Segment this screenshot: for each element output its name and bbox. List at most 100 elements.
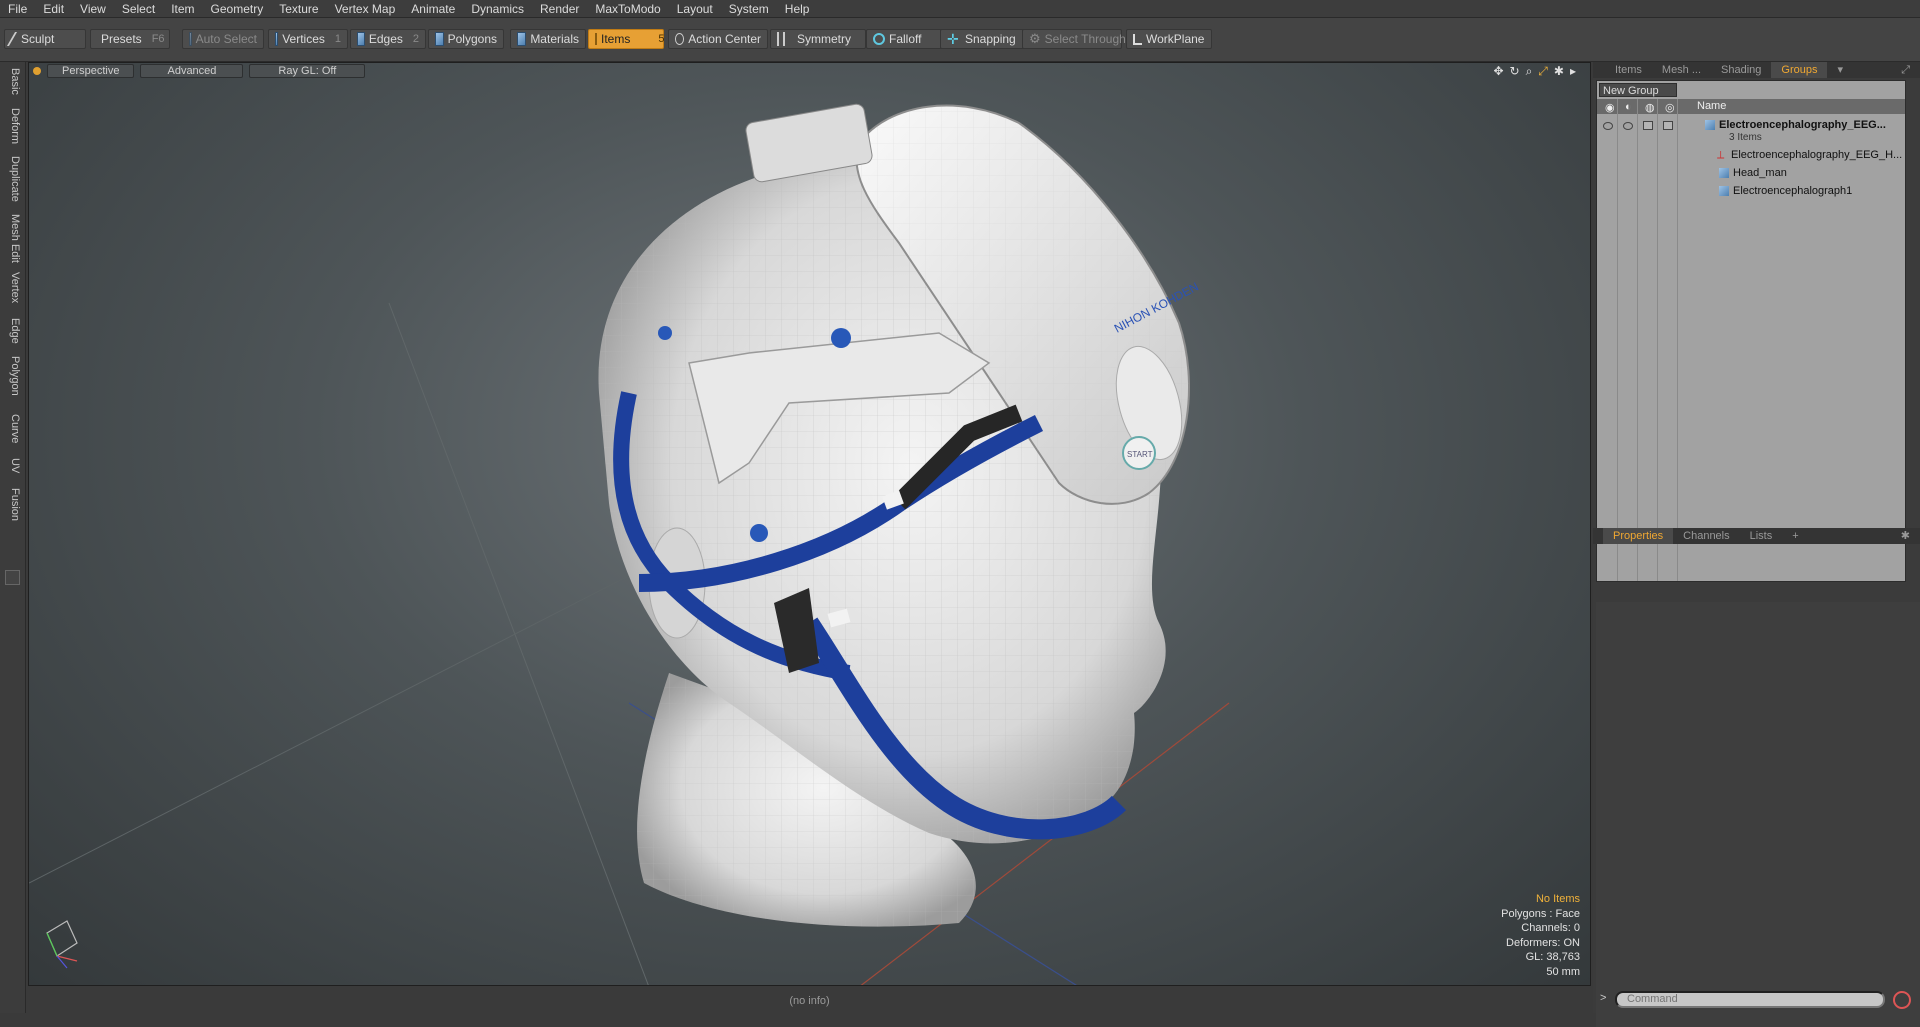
- falloff-icon: [873, 33, 885, 45]
- new-group-button[interactable]: New Group: [1599, 83, 1677, 97]
- tab-groups[interactable]: Groups: [1771, 62, 1828, 78]
- perspective-dropdown[interactable]: Perspective: [47, 64, 135, 78]
- command-input[interactable]: [1615, 991, 1885, 1008]
- edges-button[interactable]: Edges 2: [350, 29, 426, 49]
- chevron-right-icon[interactable]: ▸: [1570, 64, 1576, 79]
- gear-icon[interactable]: ✱: [1891, 528, 1920, 544]
- menu-render[interactable]: Render: [532, 0, 587, 18]
- tab-mesh[interactable]: Mesh ...: [1652, 62, 1711, 78]
- deformers-info: Deformers: ON: [1506, 936, 1580, 949]
- add-tab-button[interactable]: +: [1782, 528, 1808, 544]
- channels-info: Channels: 0: [1521, 922, 1580, 934]
- record-button[interactable]: [1893, 991, 1911, 1009]
- pan-icon[interactable]: ✥: [1493, 64, 1503, 79]
- menu-help[interactable]: Help: [777, 0, 818, 18]
- tab-fusion[interactable]: Fusion: [3, 484, 21, 525]
- group-child-name: Electroencephalography_EEG_H...: [1731, 149, 1903, 161]
- start-button-label: START: [1127, 450, 1153, 459]
- polygons-button[interactable]: Polygons: [428, 29, 504, 49]
- zoom-icon[interactable]: ⌕: [1526, 64, 1533, 79]
- snapping-button[interactable]: ✛ Snapping: [940, 29, 1024, 49]
- presets-button[interactable]: Presets F6: [90, 29, 170, 49]
- visibility-column-icon[interactable]: ◉: [1605, 101, 1615, 114]
- menu-maxtomodo[interactable]: MaxToModo: [587, 0, 668, 18]
- group-child-row[interactable]: Head_man: [1597, 165, 1905, 183]
- vertices-icon: [275, 32, 279, 46]
- auto-select-icon: [189, 32, 192, 46]
- tab-edge[interactable]: Edge: [3, 314, 21, 348]
- action-center-icon: [675, 33, 685, 45]
- render-column-icon[interactable]: ◐: [1625, 101, 1632, 113]
- symmetry-button[interactable]: Symmetry: [770, 29, 866, 49]
- action-center-button[interactable]: Action Center: [668, 29, 768, 49]
- maximize-icon[interactable]: ⤢: [1891, 62, 1920, 78]
- menu-texture[interactable]: Texture: [271, 0, 326, 18]
- symmetry-icon: [777, 32, 785, 46]
- menu-vertex-map[interactable]: Vertex Map: [327, 0, 404, 18]
- advanced-dropdown[interactable]: Advanced: [140, 64, 244, 78]
- rotate-icon[interactable]: ↻: [1510, 64, 1520, 79]
- tab-mesh-edit[interactable]: Mesh Edit: [3, 210, 21, 267]
- menu-view[interactable]: View: [72, 0, 114, 18]
- auto-select-button[interactable]: Auto Select: [182, 29, 264, 49]
- chevron-down-icon[interactable]: ▾: [1827, 62, 1853, 78]
- vertices-button[interactable]: Vertices 1: [268, 29, 348, 49]
- tab-properties[interactable]: Properties: [1603, 528, 1674, 544]
- tab-duplicate[interactable]: Duplicate: [3, 152, 21, 206]
- groups-panel: New Group ◉ ◐ ◍ ◎ Name Electroencephalog…: [1596, 80, 1906, 582]
- mesh-icon: [1719, 186, 1729, 196]
- 3d-viewport[interactable]: NIHON KOHDEN START Perspective Advanced …: [28, 62, 1591, 986]
- tab-deform[interactable]: Deform: [3, 104, 21, 148]
- tab-lists[interactable]: Lists: [1740, 528, 1783, 544]
- menu-file[interactable]: File: [0, 0, 35, 18]
- name-column-header[interactable]: Name: [1697, 100, 1726, 112]
- electrode-dot: [831, 328, 851, 348]
- tab-items[interactable]: Items: [1593, 62, 1652, 78]
- tab-channels[interactable]: Channels: [1673, 528, 1739, 544]
- group-child-row[interactable]: ⟂ Electroencephalography_EEG_H...: [1597, 147, 1905, 165]
- lock-checkbox[interactable]: [1643, 121, 1653, 130]
- group-child-row[interactable]: Electroencephalograph1: [1597, 183, 1905, 201]
- eye-icon[interactable]: [1603, 122, 1613, 130]
- tab-uv[interactable]: UV: [3, 454, 21, 477]
- workplane-button[interactable]: WorkPlane: [1126, 29, 1212, 49]
- tab-vertex[interactable]: Vertex: [3, 268, 21, 307]
- sculpt-button[interactable]: Sculpt: [4, 29, 86, 49]
- lock-column-icon[interactable]: ◍: [1645, 101, 1655, 114]
- tab-polygon[interactable]: Polygon: [3, 352, 21, 400]
- maximize-icon[interactable]: ⤢: [1538, 64, 1548, 79]
- tab-basic[interactable]: Basic: [3, 64, 21, 99]
- scene-render: NIHON KOHDEN START: [29, 103, 1230, 985]
- group-item-count: 3 Items: [1729, 132, 1762, 143]
- select-through-icon: ⚙: [1029, 31, 1041, 46]
- polygons-icon: [435, 32, 444, 46]
- raygl-dropdown[interactable]: Ray GL: Off: [249, 64, 366, 78]
- menu-select[interactable]: Select: [114, 0, 163, 18]
- menu-geometry[interactable]: Geometry: [203, 0, 272, 18]
- menu-animate[interactable]: Animate: [403, 0, 463, 18]
- materials-button[interactable]: Materials: [510, 29, 586, 49]
- select-checkbox[interactable]: [1663, 121, 1673, 130]
- render-icon[interactable]: [1623, 122, 1633, 130]
- menu-edit[interactable]: Edit: [35, 0, 72, 18]
- select-through-button[interactable]: ⚙ Select Through: [1022, 29, 1126, 49]
- electrode-dot: [750, 524, 768, 542]
- menu-dynamics[interactable]: Dynamics: [463, 0, 532, 18]
- select-column-icon[interactable]: ◎: [1665, 101, 1675, 114]
- tab-toggle-box[interactable]: [5, 570, 20, 585]
- edges-icon: [357, 32, 365, 46]
- menu-item[interactable]: Item: [163, 0, 202, 18]
- grid-size-info: 50 mm: [1546, 965, 1580, 978]
- tab-shading[interactable]: Shading: [1711, 62, 1771, 78]
- selection-info: No Items: [1535, 893, 1580, 905]
- group-child-name: Head_man: [1733, 167, 1787, 179]
- items-button[interactable]: Items 5: [588, 29, 664, 49]
- menu-layout[interactable]: Layout: [669, 0, 721, 18]
- viewport-menu-icon[interactable]: [33, 67, 41, 75]
- brush-icon: [6, 32, 22, 46]
- menu-system[interactable]: System: [721, 0, 777, 18]
- tab-curve[interactable]: Curve: [3, 410, 21, 447]
- gear-icon[interactable]: ✱: [1554, 64, 1564, 79]
- falloff-button[interactable]: Falloff: [866, 29, 946, 49]
- properties-tab-row: Properties Channels Lists + ✱: [1593, 528, 1920, 544]
